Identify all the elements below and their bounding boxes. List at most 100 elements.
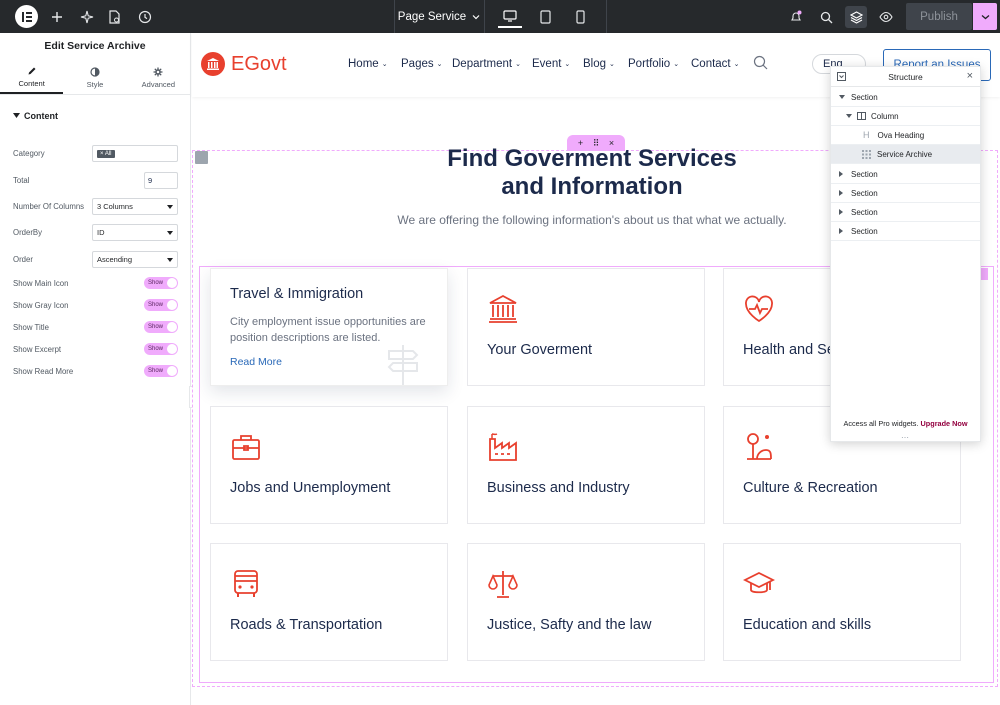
structure-label: Section <box>851 188 878 198</box>
show-main-icon-toggle[interactable]: Show <box>144 277 178 289</box>
category-select[interactable]: × All <box>92 145 178 162</box>
structure-item-section[interactable]: Section <box>831 165 980 184</box>
factory-icon <box>489 433 517 461</box>
nav-label: Pages <box>401 58 434 70</box>
service-card-education[interactable]: Education and skills <box>723 543 961 661</box>
chevron-down-icon: ⌄ <box>673 61 680 68</box>
caret-down-icon <box>13 113 20 118</box>
columns-value: 3 Columns <box>97 202 133 211</box>
page-selector[interactable]: Page Service <box>395 0 483 33</box>
close-icon[interactable]: × <box>967 70 973 82</box>
structure-item-service-archive[interactable]: Service Archive <box>831 145 980 164</box>
briefcase-icon <box>232 435 260 460</box>
orderby-select[interactable]: ID <box>92 224 178 241</box>
pencil-icon <box>28 67 36 74</box>
structure-item-section[interactable]: Section <box>831 203 980 222</box>
nav-blog[interactable]: Blog ⌄ <box>583 58 615 70</box>
service-card-government[interactable]: Your Goverment <box>467 268 705 386</box>
heading-widget-icon: H <box>863 130 870 140</box>
card-excerpt: City employment issue opportunities are … <box>230 316 426 344</box>
structure-item-section[interactable]: Section <box>831 184 980 203</box>
tab-content-label: Content <box>18 78 45 88</box>
structure-icon[interactable] <box>845 6 867 28</box>
show-title-toggle[interactable]: Show <box>144 321 178 333</box>
chevron-down-icon: ⌄ <box>381 61 388 68</box>
tab-content[interactable]: Content <box>0 61 64 94</box>
structure-toggle-icon[interactable] <box>837 72 846 81</box>
column-handle-icon[interactable] <box>195 151 208 164</box>
publish-options-button[interactable] <box>973 3 997 30</box>
nav-pages[interactable]: Pages ⌄ <box>401 58 442 70</box>
category-label: Category <box>13 149 45 158</box>
total-label: Total <box>13 176 30 185</box>
read-more-link[interactable]: Read More <box>230 356 282 368</box>
order-value: Ascending <box>97 255 133 264</box>
nav-contact[interactable]: Contact ⌄ <box>691 58 740 70</box>
nav-home[interactable]: Home ⌄ <box>348 58 388 70</box>
card-title: Education and skills <box>743 617 872 633</box>
search-icon[interactable] <box>753 55 768 70</box>
structure-item-column[interactable]: Column <box>831 107 980 126</box>
site-logo[interactable]: EGovt <box>201 52 287 76</box>
structure-item-heading[interactable]: H Ova Heading <box>831 126 980 145</box>
service-card-justice[interactable]: Justice, Safty and the law <box>467 543 705 661</box>
nav-label: Contact <box>691 58 731 70</box>
nav-event[interactable]: Event ⌄ <box>532 58 570 70</box>
pro-promo-text: Access all Pro widgets. <box>843 419 919 428</box>
show-read-more-label: Show Read More <box>13 367 74 376</box>
content-section-toggle[interactable]: Content <box>0 105 190 127</box>
nav-label: Blog <box>583 58 607 70</box>
upgrade-link[interactable]: Upgrade Now <box>921 419 968 428</box>
total-input[interactable]: 9 <box>144 172 178 189</box>
structure-footer: Access all Pro widgets. Upgrade Now <box>831 419 980 428</box>
desktop-icon[interactable] <box>498 6 522 28</box>
resize-handle[interactable]: ⋯ <box>901 433 909 442</box>
elementor-logo-icon[interactable] <box>15 5 38 28</box>
show-read-more-toggle[interactable]: Show <box>144 365 178 377</box>
panel-tabs: Content Style Advanced <box>0 61 190 95</box>
caret-right-icon <box>839 171 843 177</box>
show-title-label: Show Title <box>13 323 49 332</box>
structure-label: Section <box>851 226 878 236</box>
orderby-label: OrderBy <box>13 228 43 237</box>
structure-item-section[interactable]: Section <box>831 88 980 107</box>
mobile-icon[interactable] <box>568 6 592 28</box>
category-tag[interactable]: × All <box>97 149 115 158</box>
card-title: Business and Industry <box>487 480 630 496</box>
notifications-icon[interactable] <box>785 6 807 28</box>
service-card-travel[interactable]: Travel & Immigration City employment iss… <box>210 268 448 386</box>
grid-widget-icon <box>862 149 871 159</box>
add-icon[interactable] <box>48 8 65 25</box>
section-title: Content <box>24 111 58 121</box>
order-select[interactable]: Ascending <box>92 251 178 268</box>
service-card-jobs[interactable]: Jobs and Unemployment <box>210 406 448 524</box>
page-settings-icon[interactable] <box>106 8 123 25</box>
heading-line: and Information <box>501 173 683 200</box>
search-icon[interactable] <box>815 6 837 28</box>
show-gray-icon-toggle[interactable]: Show <box>144 299 178 311</box>
preview-icon[interactable] <box>875 6 897 28</box>
nav-department[interactable]: Department ⌄ <box>452 58 521 70</box>
caret-right-icon <box>839 228 843 234</box>
service-card-roads[interactable]: Roads & Transportation <box>210 543 448 661</box>
history-icon[interactable] <box>136 8 153 25</box>
toggle-value: Show <box>148 280 164 286</box>
ai-icon[interactable] <box>78 8 95 25</box>
publish-button[interactable]: Publish <box>906 3 972 30</box>
chevron-down-icon: ⌄ <box>436 61 443 68</box>
card-title: Your Goverment <box>487 342 593 358</box>
show-excerpt-toggle[interactable]: Show <box>144 343 178 355</box>
service-card-business[interactable]: Business and Industry <box>467 406 705 524</box>
structure-item-section[interactable]: Section <box>831 222 980 241</box>
tab-style[interactable]: Style <box>63 61 126 94</box>
heart-pulse-icon <box>745 295 773 323</box>
card-title: Jobs and Unemployment <box>230 480 391 496</box>
graduation-cap-icon <box>743 571 775 594</box>
caret-right-icon <box>839 209 843 215</box>
tab-advanced[interactable]: Advanced <box>127 61 190 94</box>
chevron-down-icon: ⌄ <box>733 61 740 68</box>
nav-portfolio[interactable]: Portfolio ⌄ <box>628 58 679 70</box>
caret-down-icon <box>846 113 852 118</box>
tablet-icon[interactable] <box>533 6 557 28</box>
columns-select[interactable]: 3 Columns <box>92 198 178 215</box>
